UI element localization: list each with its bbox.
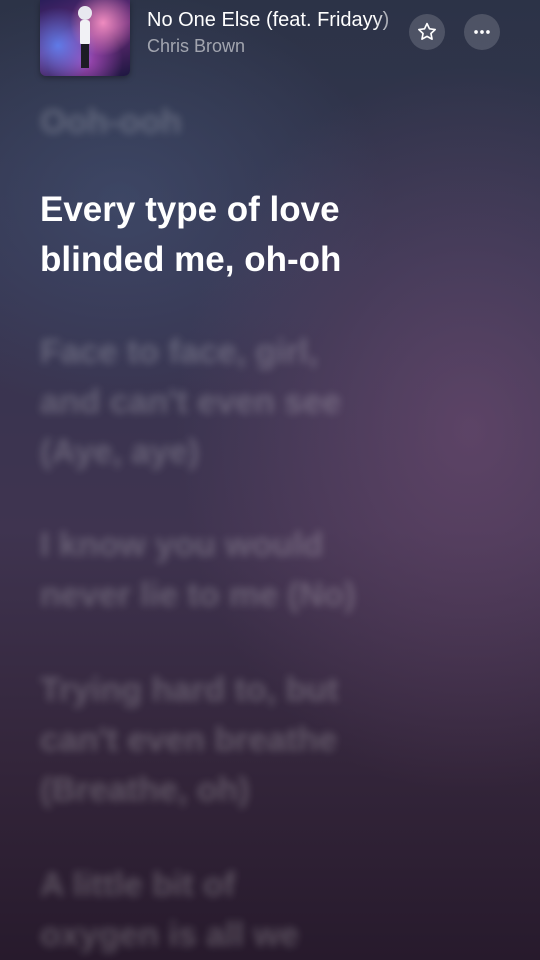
favorite-button[interactable] (409, 14, 445, 50)
ellipsis-icon (474, 30, 490, 34)
album-art[interactable] (40, 0, 130, 76)
more-options-button[interactable] (464, 14, 500, 50)
album-art-figure (78, 6, 92, 70)
now-playing-header: No One Else (feat. Fridayy) Chris Brown (0, 0, 540, 90)
lyric-line-previous[interactable]: Ooh-ooh (40, 97, 460, 147)
star-icon (418, 22, 436, 40)
lyric-line-next-3[interactable]: Trying hard to, but can't even breathe (… (40, 665, 460, 815)
lyric-line-next-4[interactable]: A little bit of oxygen is all we (40, 860, 460, 960)
artist-name[interactable]: Chris Brown (147, 35, 245, 57)
lyric-line-next-2[interactable]: I know you would never lie to me (No) (40, 520, 460, 620)
lyric-line-current[interactable]: Every type of love blinded me, oh-oh (40, 185, 460, 285)
lyric-line-next-1[interactable]: Face to face, girl, and can't even see (… (40, 327, 460, 477)
song-title[interactable]: No One Else (feat. Fridayy) (147, 7, 405, 33)
